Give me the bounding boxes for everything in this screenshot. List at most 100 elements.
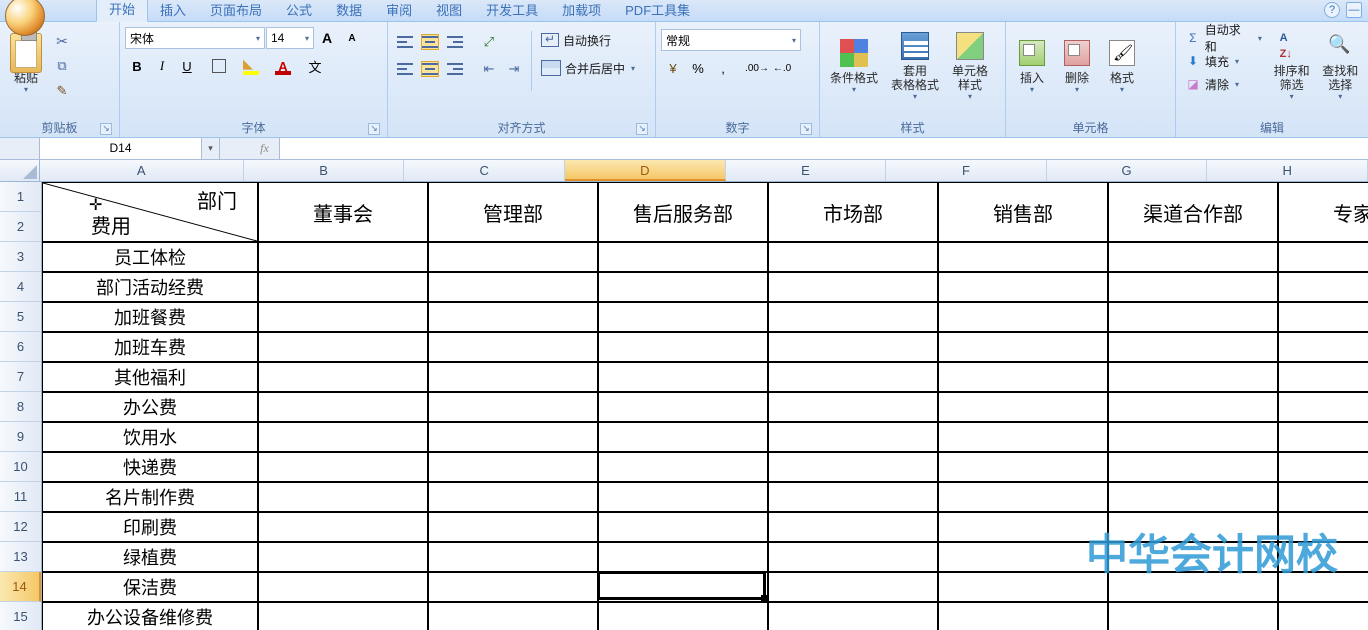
- cell-A6[interactable]: 加班车费: [42, 332, 258, 362]
- tab-formulas[interactable]: 公式: [274, 0, 324, 22]
- cell-H6[interactable]: [1278, 332, 1368, 362]
- cell-C9[interactable]: [428, 422, 598, 452]
- row-header-11[interactable]: 11: [0, 482, 41, 512]
- grow-font-button[interactable]: [315, 26, 339, 50]
- col-header-E[interactable]: E: [726, 160, 887, 181]
- cell-H10[interactable]: [1278, 452, 1368, 482]
- cell-E6[interactable]: [768, 332, 938, 362]
- row-header-7[interactable]: 7: [0, 362, 41, 392]
- align-top-button[interactable]: [393, 30, 417, 54]
- cell-H5[interactable]: [1278, 302, 1368, 332]
- tab-page-layout[interactable]: 页面布局: [198, 0, 274, 22]
- cell-G9[interactable]: [1108, 422, 1278, 452]
- decrease-indent-button[interactable]: ⇤: [477, 57, 501, 81]
- cell-H8[interactable]: [1278, 392, 1368, 422]
- cell-E8[interactable]: [768, 392, 938, 422]
- cell-G12[interactable]: [1108, 512, 1278, 542]
- cell-C5[interactable]: [428, 302, 598, 332]
- cell-A10[interactable]: 快递费: [42, 452, 258, 482]
- col-header-H[interactable]: H: [1207, 160, 1368, 181]
- insert-cells-button[interactable]: 插入▾: [1011, 25, 1053, 105]
- cell-C1[interactable]: 管理部: [428, 182, 598, 242]
- cell-C8[interactable]: [428, 392, 598, 422]
- formula-input[interactable]: [280, 138, 1368, 159]
- increase-indent-button[interactable]: ⇥: [502, 57, 526, 81]
- format-cells-button[interactable]: 格式▾: [1101, 25, 1143, 105]
- cell-B10[interactable]: [258, 452, 428, 482]
- cell-D6[interactable]: [598, 332, 768, 362]
- cell-H14[interactable]: [1278, 572, 1368, 602]
- help-icon[interactable]: ?: [1324, 2, 1340, 18]
- cut-button[interactable]: [50, 29, 74, 53]
- underline-button[interactable]: U: [175, 54, 199, 78]
- cell-A15[interactable]: 办公设备维修费: [42, 602, 258, 630]
- cell-D13[interactable]: [598, 542, 768, 572]
- cell-B7[interactable]: [258, 362, 428, 392]
- phonetic-button[interactable]: [303, 54, 327, 78]
- name-box-dropdown[interactable]: ▾: [201, 138, 219, 159]
- cell-D14[interactable]: [598, 572, 768, 602]
- row-header-10[interactable]: 10: [0, 452, 41, 482]
- cell-A11[interactable]: 名片制作费: [42, 482, 258, 512]
- number-format-combo[interactable]: 常规▾: [661, 29, 801, 51]
- font-size-combo[interactable]: 14▾: [266, 27, 314, 49]
- cell-E4[interactable]: [768, 272, 938, 302]
- cell-H1[interactable]: 专家服: [1278, 182, 1368, 242]
- cell-E11[interactable]: [768, 482, 938, 512]
- format-as-table-button[interactable]: 套用 表格格式▾: [886, 25, 944, 105]
- cell-A1[interactable]: 部门费用✛: [42, 182, 258, 242]
- cell-G5[interactable]: [1108, 302, 1278, 332]
- orientation-button[interactable]: ⤢: [477, 30, 501, 54]
- font-name-combo[interactable]: 宋体▾: [125, 27, 265, 49]
- cell-G11[interactable]: [1108, 482, 1278, 512]
- tab-developer[interactable]: 开发工具: [474, 0, 550, 22]
- cell-B14[interactable]: [258, 572, 428, 602]
- cell-H7[interactable]: [1278, 362, 1368, 392]
- cell-E13[interactable]: [768, 542, 938, 572]
- cell-D5[interactable]: [598, 302, 768, 332]
- cell-A14[interactable]: 保洁费: [42, 572, 258, 602]
- cell-H15[interactable]: [1278, 602, 1368, 630]
- borders-button[interactable]: [207, 54, 231, 78]
- alignment-launcher[interactable]: ↘: [636, 123, 648, 135]
- cell-C10[interactable]: [428, 452, 598, 482]
- font-color-button[interactable]: A: [271, 54, 295, 78]
- italic-button[interactable]: I: [150, 54, 174, 78]
- cell-A9[interactable]: 饮用水: [42, 422, 258, 452]
- autosum-button[interactable]: Σ自动求和▾: [1181, 27, 1266, 49]
- clear-button[interactable]: ◪清除▾: [1181, 73, 1266, 95]
- cell-F4[interactable]: [938, 272, 1108, 302]
- row-header-9[interactable]: 9: [0, 422, 41, 452]
- col-header-G[interactable]: G: [1047, 160, 1208, 181]
- percent-button[interactable]: %: [686, 56, 710, 80]
- cell-F14[interactable]: [938, 572, 1108, 602]
- format-painter-button[interactable]: [50, 79, 74, 103]
- cell-G8[interactable]: [1108, 392, 1278, 422]
- fill-color-button[interactable]: [239, 54, 263, 78]
- cell-F1[interactable]: 销售部: [938, 182, 1108, 242]
- cell-D3[interactable]: [598, 242, 768, 272]
- comma-button[interactable]: ,: [711, 56, 735, 80]
- cell-E15[interactable]: [768, 602, 938, 630]
- tab-data[interactable]: 数据: [324, 0, 374, 22]
- cell-B8[interactable]: [258, 392, 428, 422]
- cell-H12[interactable]: [1278, 512, 1368, 542]
- wrap-text-button[interactable]: 自动换行: [537, 29, 639, 51]
- cell-B15[interactable]: [258, 602, 428, 630]
- cell-B11[interactable]: [258, 482, 428, 512]
- tab-review[interactable]: 审阅: [374, 0, 424, 22]
- conditional-format-button[interactable]: 条件格式▾: [825, 25, 883, 105]
- cell-C15[interactable]: [428, 602, 598, 630]
- cell-D7[interactable]: [598, 362, 768, 392]
- cell-G1[interactable]: 渠道合作部: [1108, 182, 1278, 242]
- align-bottom-button[interactable]: [443, 30, 467, 54]
- cell-E1[interactable]: 市场部: [768, 182, 938, 242]
- cell-D8[interactable]: [598, 392, 768, 422]
- align-left-button[interactable]: [393, 57, 417, 81]
- cell-A3[interactable]: 员工体检: [42, 242, 258, 272]
- col-header-C[interactable]: C: [404, 160, 565, 181]
- sort-filter-button[interactable]: 排序和 筛选▾: [1269, 25, 1315, 105]
- row-header-2[interactable]: 2: [0, 212, 41, 242]
- row-header-4[interactable]: 4: [0, 272, 41, 302]
- cell-H3[interactable]: [1278, 242, 1368, 272]
